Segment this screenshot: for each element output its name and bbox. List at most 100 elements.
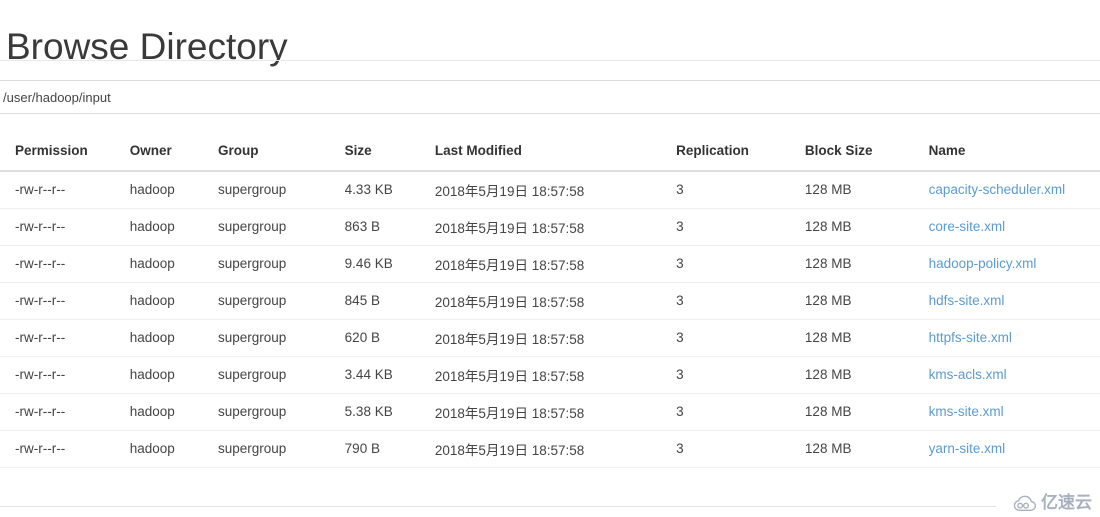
column-header-last-modified[interactable]: Last Modified <box>434 133 677 172</box>
column-header-owner[interactable]: Owner <box>129 133 218 172</box>
cell-owner: hadoop <box>129 429 218 468</box>
cell-size: 790 B <box>344 429 435 468</box>
cell-owner: hadoop <box>129 355 218 393</box>
cell-block-size: 128 MB <box>804 281 929 319</box>
cell-owner: hadoop <box>129 182 175 198</box>
cell-block-size: 128 MB <box>804 392 929 430</box>
cell-last-modified: 2018年5月19日 18:57:58 <box>434 244 677 282</box>
cell-group: supergroup <box>217 244 345 282</box>
table-row: -rw-r--r-- hadoop supergroup 9.46 KB 2018年5月… <box>0 244 1100 282</box>
table-row: -rw-r--r-- hadoop supergroup 5.38 KB 2018年5月… <box>0 392 1100 430</box>
cell-permission: -rw-r--r-- <box>0 429 130 468</box>
cell-group: supergroup <box>217 355 345 393</box>
column-header-permission[interactable]: Permission <box>0 133 130 172</box>
cell-block-size: 128 MB <box>804 429 929 468</box>
cell-replication: 3 <box>676 281 805 319</box>
cell-size: 845 B <box>344 281 435 319</box>
cell-owner: hadoop <box>129 207 218 245</box>
cell-size: 863 B <box>344 207 435 245</box>
cell-permission: -rw-r--r-- <box>0 281 130 319</box>
cell-permission: -rw-r--r-- <box>15 182 66 198</box>
cell-block-size: 128 MB <box>804 355 929 393</box>
cell-last-modified: 2018年5月19日 18:57:58 <box>434 392 677 430</box>
cell-last-modified: 2018年5月19日 18:57:58 <box>434 429 677 468</box>
cell-permission: -rw-r--r-- <box>0 318 130 356</box>
cell-permission: -rw-r--r-- <box>0 355 130 393</box>
cell-last-modified: 2018年5月19日 18:57:58 <box>434 183 585 199</box>
table-body: -rw-r--r-- hadoop supergroup 4.33 KB 2018年5月… <box>0 171 1100 468</box>
cell-permission: -rw-r--r-- <box>0 244 130 282</box>
file-listing-table: Permission Owner Group Size Last Modifie… <box>0 133 1100 468</box>
cell-name: core-site.xml <box>928 207 1100 245</box>
cell-last-modified: 2018年5月19日 18:57:58 <box>434 281 677 319</box>
path-bar: /user/hadoop/input <box>0 80 1100 114</box>
cell-block-size: 128 MB <box>804 182 852 198</box>
cell-permission: -rw-r--r-- <box>0 392 130 430</box>
cloud-icon <box>1013 495 1037 512</box>
cell-permission: -rw-r--r-- <box>0 207 130 245</box>
file-link[interactable]: hadoop-policy.xml <box>929 256 1037 271</box>
cell-name: hadoop-policy.xml <box>928 244 1100 282</box>
column-header-replication[interactable]: Replication <box>676 133 805 172</box>
file-link[interactable]: hdfs-site.xml <box>929 293 1005 308</box>
cell-name: kms-site.xml <box>928 392 1100 430</box>
cell-owner: hadoop <box>129 318 218 356</box>
cell-size: 620 B <box>344 318 435 356</box>
table-header: Permission Owner Group Size Last Modifie… <box>0 133 1100 172</box>
cell-group: supergroup <box>217 429 345 468</box>
table-header-row: Permission Owner Group Size Last Modifie… <box>0 133 1100 172</box>
file-link[interactable]: yarn-site.xml <box>929 441 1006 456</box>
cell-group: supergroup <box>217 207 345 245</box>
column-header-size[interactable]: Size <box>344 133 435 172</box>
cell-replication: 3 <box>676 318 805 356</box>
file-link[interactable]: kms-acls.xml <box>929 367 1007 382</box>
watermark: 亿速云 <box>1013 494 1092 513</box>
cell-size: 5.38 KB <box>344 392 435 430</box>
table-row: -rw-r--r-- hadoop supergroup 4.33 KB 2018年5月… <box>0 171 1100 208</box>
watermark-text: 亿速云 <box>1041 493 1092 513</box>
cell-replication: 3 <box>676 392 805 430</box>
cell-replication: 3 <box>676 207 805 245</box>
cell-group: supergroup <box>217 281 345 319</box>
cell-replication: 3 <box>676 355 805 393</box>
current-path-text: /user/hadoop/input <box>3 90 111 105</box>
cell-size: 3.44 KB <box>344 355 435 393</box>
cell-name: yarn-site.xml <box>928 429 1100 468</box>
cell-name: capacity-scheduler.xml <box>929 171 1100 208</box>
table-row: -rw-r--r-- hadoop supergroup 620 B 2018年5月19… <box>0 318 1100 356</box>
cell-last-modified: 2018年5月19日 18:57:58 <box>434 355 677 393</box>
title-divider <box>0 60 1100 61</box>
cell-replication: 3 <box>676 182 684 198</box>
page-title: Browse Directory <box>6 25 288 67</box>
file-link[interactable]: core-site.xml <box>929 219 1006 234</box>
cell-block-size: 128 MB <box>804 244 929 282</box>
cell-group: supergroup <box>217 318 345 356</box>
cell-owner: hadoop <box>129 392 218 430</box>
file-link[interactable]: kms-site.xml <box>929 404 1004 419</box>
column-header-group[interactable]: Group <box>217 133 345 172</box>
cell-size: 9.46 KB <box>344 244 435 282</box>
cell-block-size: 128 MB <box>804 207 929 245</box>
cell-block-size: 128 MB <box>804 318 929 356</box>
table-row: -rw-r--r-- hadoop supergroup 845 B 2018年5月19… <box>0 281 1100 319</box>
cell-name: httpfs-site.xml <box>928 318 1100 356</box>
cell-owner: hadoop <box>129 244 218 282</box>
file-link[interactable]: httpfs-site.xml <box>929 330 1012 345</box>
browse-directory-page: Browse Directory /user/hadoop/input Perm… <box>0 0 1100 517</box>
column-header-name[interactable]: Name <box>928 133 1100 172</box>
file-link[interactable]: capacity-scheduler.xml <box>929 182 1066 197</box>
table-row: -rw-r--r-- hadoop supergroup 790 B 2018年5月19… <box>0 429 1100 468</box>
table-row: -rw-r--r-- hadoop supergroup 863 B 2018年5月19… <box>0 207 1100 245</box>
cell-replication: 3 <box>676 429 805 468</box>
cell-group: supergroup <box>217 182 287 198</box>
cell-owner: hadoop <box>129 281 218 319</box>
column-header-block-size[interactable]: Block Size <box>804 133 929 172</box>
table-bottom-divider <box>0 506 996 507</box>
cell-name: hdfs-site.xml <box>928 281 1100 319</box>
cell-group: supergroup <box>217 392 345 430</box>
cell-name: kms-acls.xml <box>928 355 1100 393</box>
cell-last-modified: 2018年5月19日 18:57:58 <box>434 318 677 356</box>
table-row: -rw-r--r-- hadoop supergroup 3.44 KB 2018年5月… <box>0 355 1100 393</box>
cell-replication: 3 <box>676 244 805 282</box>
cell-size: 4.33 KB <box>344 182 393 198</box>
